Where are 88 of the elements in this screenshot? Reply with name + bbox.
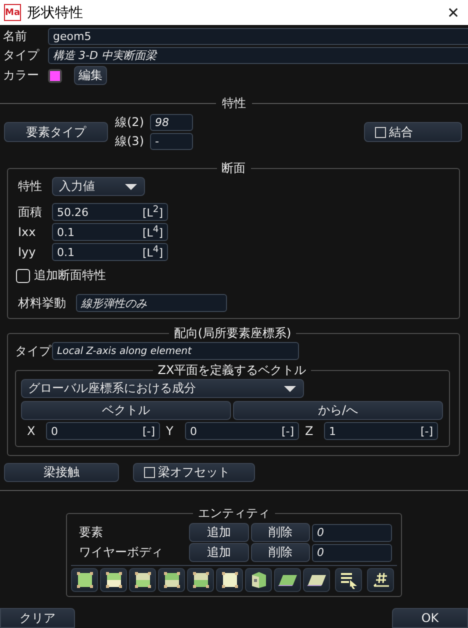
color-swatch[interactable] (48, 68, 62, 82)
group-title: 断面 (220, 160, 246, 177)
axis-label: Y (165, 424, 174, 438)
toolbar-button[interactable] (245, 568, 272, 592)
toolbar-button[interactable] (367, 568, 394, 592)
add-button[interactable]: 追加 (189, 543, 249, 562)
type-field: 構造 3-D 中実断面梁 (48, 47, 468, 64)
line-field[interactable]: 98 (150, 114, 193, 131)
field-label: 材料挙動 (18, 294, 67, 312)
component-field[interactable]: 0 [-] (46, 422, 160, 440)
value-field[interactable]: 0.1 [L$^{4}$] (52, 243, 168, 261)
beam-offset-toggle[interactable]: 梁オフセット (133, 463, 255, 482)
cube-icon (250, 571, 266, 589)
field-label: タイプ (15, 342, 52, 360)
orientation-type-field: Local Z-axis along element (52, 342, 299, 360)
property-dropdown[interactable]: 入力値 (52, 177, 145, 196)
checkbox[interactable] (16, 268, 30, 282)
mode-dropdown[interactable]: グローバル座標系における成分 (21, 379, 304, 398)
dropdown-arrow-icon (283, 384, 297, 392)
field-label: 線(3) (115, 133, 145, 150)
vector-tab[interactable]: から/へ (233, 401, 443, 420)
remove-button[interactable]: 削除 (251, 523, 310, 542)
toolbar-button[interactable] (335, 568, 362, 592)
axis-label: X (26, 424, 36, 438)
group-title: ZX平面を定義するベクトル (156, 362, 308, 379)
checkbox[interactable] (375, 126, 386, 138)
app-logo: Ma (4, 4, 21, 21)
toolbar-button[interactable] (100, 568, 127, 592)
toolbar-button[interactable] (303, 568, 330, 592)
toolbar-button[interactable] (274, 568, 301, 592)
square-icon (76, 571, 94, 589)
field-label: 面積 (18, 204, 43, 220)
square-icon (134, 571, 152, 589)
list-pointer-icon (340, 571, 358, 589)
toolbar-button[interactable] (158, 568, 185, 592)
clear-button[interactable]: クリア (0, 608, 75, 628)
component-field[interactable]: 1 [-] (324, 422, 438, 440)
square-icon (192, 571, 210, 589)
unit-label: [L$^{4}$] (142, 224, 163, 240)
close-button[interactable]: ✕ (447, 4, 460, 22)
square-icon (220, 571, 238, 589)
dropdown-arrow-icon (124, 182, 138, 190)
section-title: 特性 (222, 95, 246, 112)
window-title: 形状特性 (27, 4, 84, 22)
unit-label: [-] (420, 424, 433, 438)
toolbar-button[interactable] (129, 568, 156, 592)
field-label: 名前 (3, 28, 28, 45)
line-field[interactable]: - (150, 133, 193, 150)
vector-tab[interactable]: ベクトル (21, 401, 231, 420)
beam-contact-button[interactable]: 梁接触 (4, 463, 119, 482)
checkbox-label: 追加断面特性 (34, 267, 106, 284)
value-field[interactable]: 0.1 [L$^{4}$] (52, 223, 168, 241)
ok-button[interactable]: OK (392, 608, 468, 628)
checkbox[interactable] (144, 467, 155, 478)
field-label: Iyy (18, 245, 37, 259)
hash-icon (372, 571, 390, 589)
element-type-button[interactable]: 要素タイプ (4, 122, 108, 142)
unit-label: [L$^{4}$] (142, 244, 163, 260)
field-label: 要素 (78, 524, 104, 541)
axis-label: Z (304, 424, 314, 438)
count-field: 0 (312, 524, 392, 542)
plane-icon (278, 574, 298, 586)
group-title: エンティティ (197, 505, 271, 522)
unit-label: [-] (281, 424, 294, 438)
unit-label: [-] (142, 424, 155, 438)
group-title: 配向(局所要素座標系) (172, 325, 292, 342)
combine-toggle[interactable]: 結合 (364, 122, 462, 142)
count-field: 0 (312, 544, 392, 562)
toolbar-button[interactable] (187, 568, 214, 592)
material-field: 線形弾性のみ (76, 294, 227, 312)
unit-label: [L$^{2}$] (142, 204, 163, 220)
toolbar-button[interactable] (216, 568, 243, 592)
field-label: ワイヤーボディ (78, 544, 164, 561)
toolbar-button[interactable] (71, 568, 98, 592)
remove-button[interactable]: 削除 (251, 543, 310, 562)
plane-icon (306, 574, 326, 586)
field-label: 線(2) (115, 114, 145, 131)
edit-button[interactable]: 編集 (74, 66, 107, 85)
value-field[interactable]: 50.26 [L$^{2}$] (52, 203, 168, 221)
square-icon (104, 571, 122, 589)
square-icon (162, 571, 180, 589)
add-button[interactable]: 追加 (189, 523, 249, 542)
name-field[interactable]: geom5 (48, 28, 468, 45)
component-field[interactable]: 0 [-] (185, 422, 299, 440)
field-label: Ixx (18, 225, 37, 239)
field-label: カラー (3, 67, 40, 84)
field-label: タイプ (3, 47, 40, 64)
field-label: 特性 (18, 178, 43, 195)
